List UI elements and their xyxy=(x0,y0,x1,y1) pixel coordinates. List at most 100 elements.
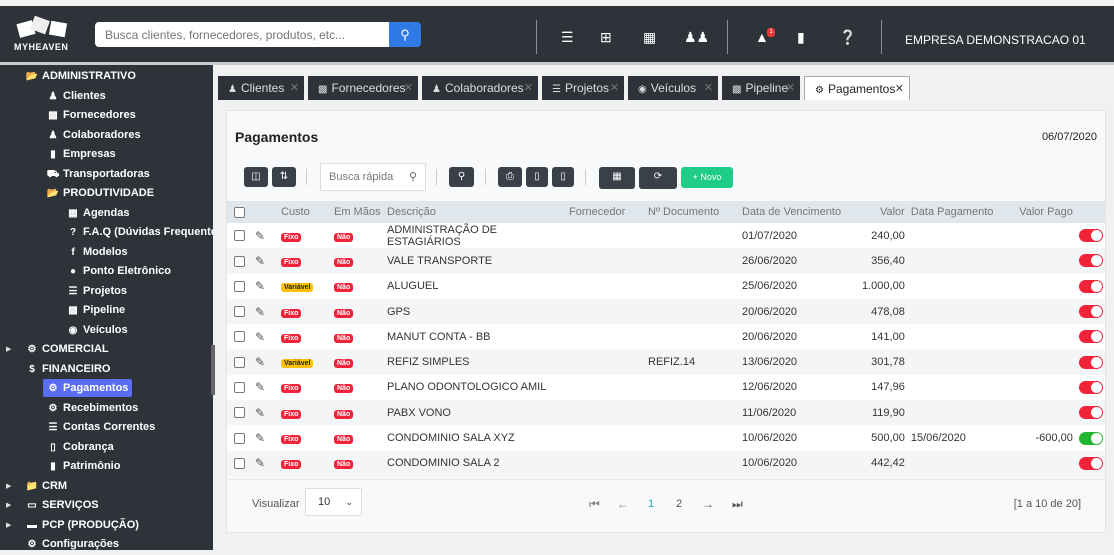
expand-arrow-icon[interactable]: ▶ xyxy=(6,482,11,490)
tab-clientes[interactable]: ♟ Clientes ✕ xyxy=(218,76,304,100)
table-row[interactable]: ✎ Variável Não ALUGUEL 25/06/2020 1.000,00 xyxy=(227,273,1105,299)
users-icon[interactable]: ♟♟ xyxy=(684,30,709,44)
table-row[interactable]: ✎ Fixo Não CONDOMINIO SALA 2 10/06/2020 442,4… xyxy=(227,450,1105,476)
close-icon[interactable]: ✕ xyxy=(290,76,299,100)
new-button[interactable]: + Novo xyxy=(681,167,733,188)
edit-icon[interactable]: ✎ xyxy=(255,380,265,394)
company-name[interactable]: EMPRESA DEMONSTRACAO 01 xyxy=(905,33,1086,47)
plus-square-icon[interactable]: ⊞ xyxy=(600,30,612,44)
sidebar-item-patrim-nio[interactable]: ▮ Patrimônio xyxy=(43,457,124,475)
expand-arrow-icon[interactable]: ▶ xyxy=(6,501,11,509)
sidebar-item-modelos[interactable]: f Modelos xyxy=(63,243,132,261)
row-checkbox[interactable] xyxy=(234,432,245,444)
table-row[interactable]: ✎ Fixo Não CONDOMINIO SALA XYZ 10/06/2020 500… xyxy=(227,425,1105,451)
close-icon[interactable]: ✕ xyxy=(404,76,413,100)
table-row[interactable]: ✎ Fixo Não PLANO ODONTOLOGICO AMIL 12/06/202… xyxy=(227,374,1105,401)
paid-toggle[interactable] xyxy=(1078,456,1103,470)
sidebar-item-pipeline[interactable]: ▩ Pipeline xyxy=(63,301,129,319)
calendar-icon[interactable]: ▦ xyxy=(643,30,656,44)
edit-icon[interactable]: ✎ xyxy=(255,406,265,420)
sidebar-item-pcp-produ-o-[interactable]: ▬ PCP (PRODUÇÃO) xyxy=(22,516,143,534)
search-button[interactable]: ⚲ xyxy=(389,22,421,47)
row-checkbox[interactable] xyxy=(234,255,245,267)
col-documento[interactable]: Nº Documento xyxy=(648,201,742,223)
edit-icon[interactable]: ✎ xyxy=(255,229,265,243)
sidebar-item-financeiro[interactable]: $ FINANCEIRO xyxy=(22,360,114,378)
sidebar-item-projetos[interactable]: ☰ Projetos xyxy=(63,282,131,300)
sidebar-item-transportadoras[interactable]: ⛟ Transportadoras xyxy=(43,165,154,183)
paid-toggle[interactable] xyxy=(1078,254,1103,268)
sidebar-item-comercial[interactable]: ⚙ COMERCIAL xyxy=(22,340,113,358)
sidebar-item-pagamentos[interactable]: ⚙ Pagamentos xyxy=(43,379,133,397)
tab-fornecedores[interactable]: ▩ Fornecedores ✕ xyxy=(308,76,418,100)
search-button[interactable]: ⚲ xyxy=(449,167,474,187)
building-icon[interactable]: ▮ xyxy=(797,30,805,44)
row-checkbox[interactable] xyxy=(234,331,245,343)
close-icon[interactable]: ✕ xyxy=(786,76,795,100)
close-icon[interactable]: ✕ xyxy=(524,76,533,100)
row-checkbox[interactable] xyxy=(234,280,245,292)
tab-pipeline[interactable]: ▩ Pipeline ✕ xyxy=(722,76,800,100)
global-search-input[interactable] xyxy=(95,22,389,47)
sidebar-item-ponto-eletr-nico[interactable]: ● Ponto Eletrônico xyxy=(63,262,175,280)
help-icon[interactable]: ❔ xyxy=(839,30,856,44)
sidebar-item-f-a-q-d-vidas-frequentes-[interactable]: ? F.A.Q (Dúvidas Frequentes) xyxy=(63,223,213,241)
edit-icon[interactable]: ✎ xyxy=(255,279,265,293)
tab-veculos[interactable]: ◉ Veículos ✕ xyxy=(628,76,718,100)
sidebar-item-administrativo[interactable]: 📂 ADMINISTRATIVO xyxy=(22,67,140,85)
tab-pagamentos[interactable]: ⚙ Pagamentos ✕ xyxy=(804,76,910,100)
edit-icon[interactable]: ✎ xyxy=(255,330,265,344)
table-row[interactable]: ✎ Fixo Não ADMINISTRAÇÃO DE ESTAGIÁRIOS 01/0… xyxy=(227,223,1105,249)
prev-page-icon[interactable]: ← xyxy=(617,497,629,511)
sidebar-item-produtividade[interactable]: 📂 PRODUTIVIDADE xyxy=(43,184,158,202)
paid-toggle[interactable] xyxy=(1078,406,1103,420)
sidebar-item-crm[interactable]: 📁 CRM xyxy=(22,477,71,495)
columns-button[interactable]: ◫ xyxy=(244,167,268,187)
edit-icon[interactable]: ✎ xyxy=(255,305,265,319)
edit-icon[interactable]: ✎ xyxy=(255,456,265,470)
sidebar-item-fornecedores[interactable]: ▩ Fornecedores xyxy=(43,106,140,124)
menu-icon[interactable]: ☰ xyxy=(561,30,574,44)
tab-projetos[interactable]: ☰ Projetos ✕ xyxy=(542,76,624,100)
table-row[interactable]: ✎ Fixo Não PABX VONO 11/06/2020 119,90 xyxy=(227,400,1105,426)
first-page-icon[interactable]: ⏮ xyxy=(589,497,600,512)
page-1[interactable]: 1 xyxy=(648,498,654,510)
sidebar-item-clientes[interactable]: ♟ Clientes xyxy=(43,87,110,105)
row-checkbox[interactable] xyxy=(234,457,245,469)
sidebar-item-contas-correntes[interactable]: ☰ Contas Correntes xyxy=(43,418,159,436)
sidebar-item-cobran-a[interactable]: ▯ Cobrança xyxy=(43,438,118,456)
col-valor-pago[interactable]: Valor Pago xyxy=(1004,201,1073,223)
col-vencimento[interactable]: Data de Vencimento xyxy=(742,201,862,223)
close-icon[interactable]: ✕ xyxy=(610,76,619,100)
calculator-button[interactable]: ▦ xyxy=(599,167,635,189)
paid-toggle[interactable] xyxy=(1078,305,1103,319)
logo[interactable]: MYHEAVEN xyxy=(12,15,84,52)
print-button[interactable]: ⎙ xyxy=(498,167,522,187)
close-icon[interactable]: ✕ xyxy=(895,77,904,101)
sidebar-scrollbar[interactable] xyxy=(211,345,215,395)
sidebar-item-colaboradores[interactable]: ♟ Colaboradores xyxy=(43,126,145,144)
col-fornecedor[interactable]: Fornecedor xyxy=(569,201,648,223)
sidebar-item-configura-es[interactable]: ⚙ Configurações xyxy=(22,535,123,550)
col-data-pagamento[interactable]: Data Pagamento xyxy=(904,201,1005,223)
row-checkbox[interactable] xyxy=(234,230,245,242)
page-size-select[interactable]: 10 ⌄ xyxy=(305,488,362,516)
page-2[interactable]: 2 xyxy=(676,498,682,510)
edit-icon[interactable]: ✎ xyxy=(255,355,265,369)
col-valor[interactable]: Valor xyxy=(862,201,905,223)
paid-toggle[interactable] xyxy=(1078,355,1103,369)
row-checkbox[interactable] xyxy=(234,382,245,394)
paid-toggle[interactable] xyxy=(1078,279,1103,293)
export-pdf-button[interactable]: ▯ xyxy=(526,167,548,187)
row-checkbox[interactable] xyxy=(234,306,245,318)
paid-toggle[interactable] xyxy=(1078,431,1103,445)
tab-colaboradores[interactable]: ♟ Colaboradores ✕ xyxy=(422,76,538,100)
last-page-icon[interactable]: ⏭ xyxy=(732,497,743,512)
close-icon[interactable]: ✕ xyxy=(704,76,713,100)
refresh-button[interactable]: ⟳ xyxy=(639,167,677,189)
select-all-checkbox[interactable] xyxy=(234,206,245,218)
sidebar-item-servi-os[interactable]: ▭ SERVIÇOS xyxy=(22,496,103,514)
sort-button[interactable]: ⇅ xyxy=(272,167,296,187)
expand-arrow-icon[interactable]: ▶ xyxy=(6,521,11,529)
row-checkbox[interactable] xyxy=(234,407,245,419)
